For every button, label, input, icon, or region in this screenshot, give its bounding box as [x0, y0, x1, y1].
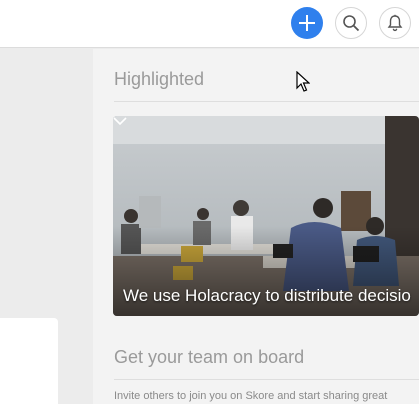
notifications-button[interactable]	[379, 7, 411, 39]
invite-text: Invite others to join you on Skore and s…	[114, 390, 388, 402]
left-card	[0, 318, 58, 404]
search-button[interactable]	[335, 7, 367, 39]
mouse-cursor-icon	[296, 71, 310, 92]
plus-icon	[299, 15, 315, 31]
highlight-card[interactable]: We use Holacracy to distribute decisio	[113, 116, 419, 316]
search-icon	[343, 15, 360, 32]
highlighted-title: Highlighted	[114, 69, 205, 89]
bell-icon	[387, 14, 403, 32]
team-section-title: Get your team on board	[114, 347, 305, 367]
divider	[114, 379, 419, 380]
chevron-down-icon[interactable]	[113, 116, 127, 126]
divider	[114, 101, 419, 102]
add-button[interactable]	[291, 7, 323, 39]
top-bar	[0, 0, 419, 48]
highlight-caption: We use Holacracy to distribute decisio	[123, 286, 411, 305]
